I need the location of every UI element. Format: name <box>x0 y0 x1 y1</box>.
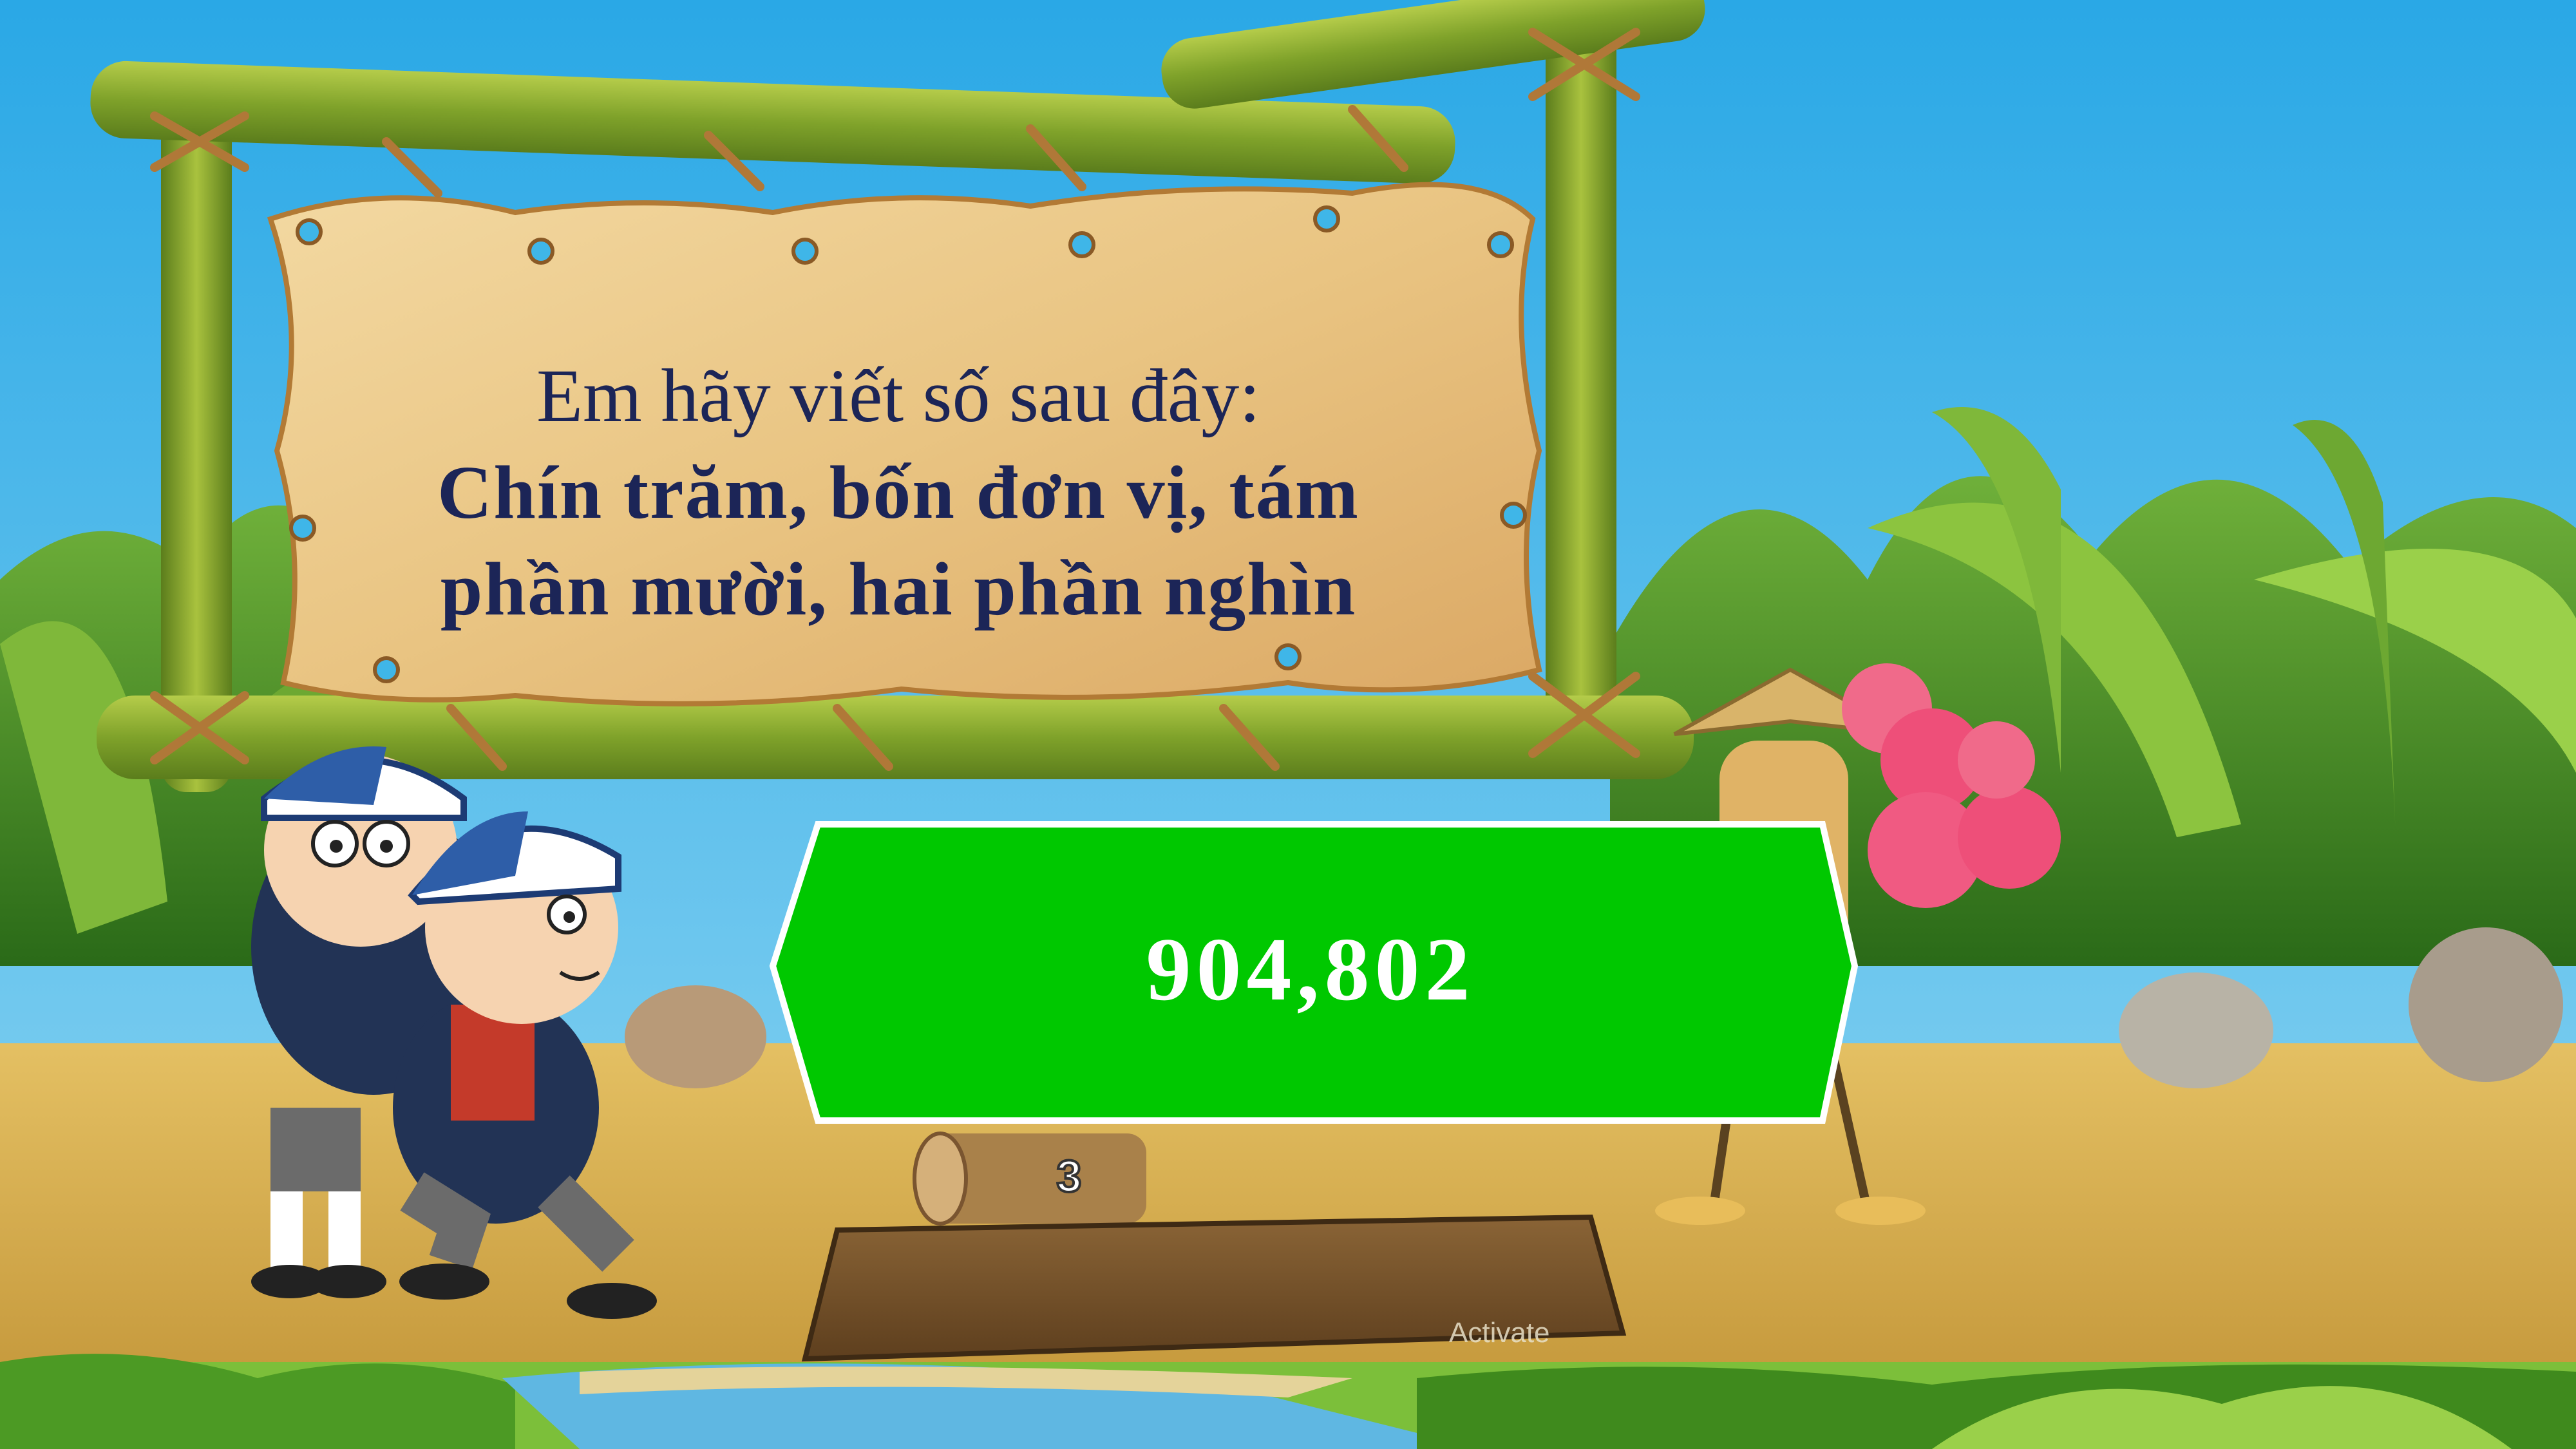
activate-watermark: Activate <box>1449 1317 1550 1349</box>
prompt-line-1: Chín trăm, bốn đơn vị, tám <box>437 450 1359 535</box>
rock <box>625 985 766 1088</box>
rock <box>2119 972 2273 1088</box>
log-number: 3 <box>1057 1151 1082 1201</box>
answer-label: 904,802 <box>1146 919 1475 1019</box>
log <box>913 1132 1146 1226</box>
sign-content: Em hãy viết số sau đây: Chín trăm, bốn đ… <box>270 348 1526 638</box>
question-text: Em hãy viết số sau đây: <box>536 354 1261 438</box>
game-scene: 3 <box>0 0 2576 1449</box>
prompt-line-2: phần mười, hai phần nghìn <box>440 547 1357 631</box>
bottom-foliage-strip <box>0 1354 2576 1449</box>
answer-button[interactable]: 904,802 <box>766 808 1855 1130</box>
rock <box>2409 927 2563 1082</box>
